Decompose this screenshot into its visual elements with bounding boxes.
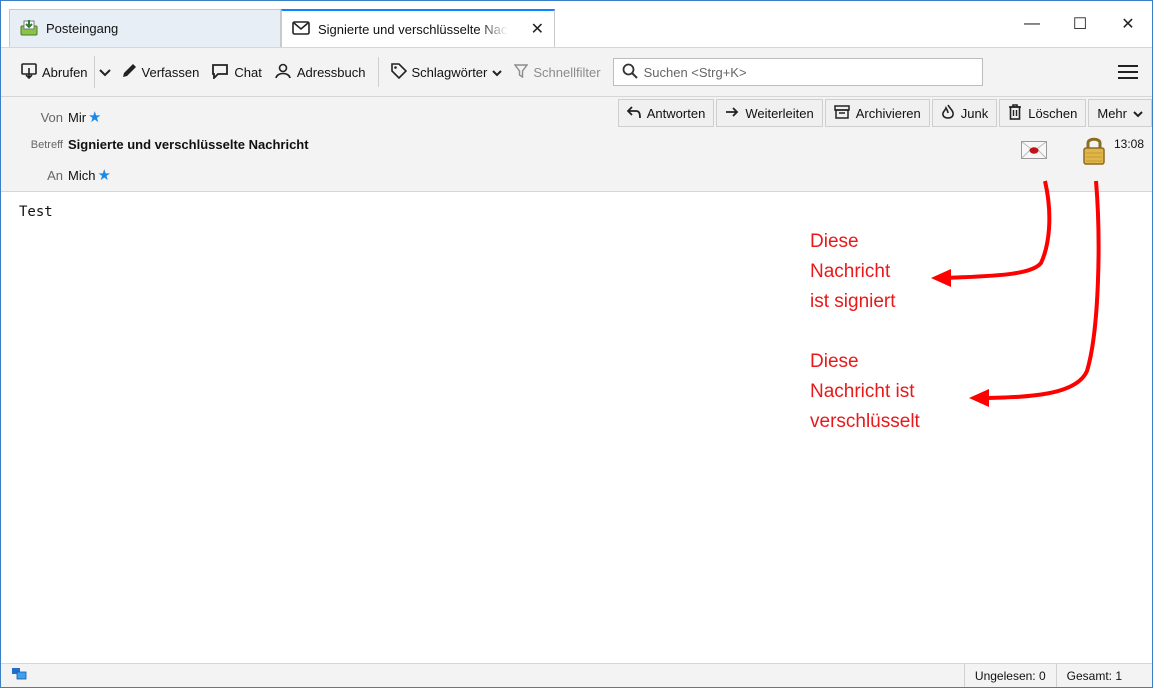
annotation-arrows [931, 180, 1101, 407]
unread-count: Ungelesen: 0 [963, 663, 1056, 687]
total-count: Gesamt: 1 [1055, 663, 1132, 687]
online-status-icon[interactable] [11, 667, 27, 684]
status-bar: Ungelesen: 0 Gesamt: 1 [1, 663, 1152, 687]
annotation-encrypted: Diese Nachricht ist verschlüsselt [810, 351, 920, 432]
annotation-signed: Diese Nachricht ist signiert [810, 231, 896, 312]
mail-window: Posteingang Signierte und verschlüsselte… [0, 0, 1153, 688]
